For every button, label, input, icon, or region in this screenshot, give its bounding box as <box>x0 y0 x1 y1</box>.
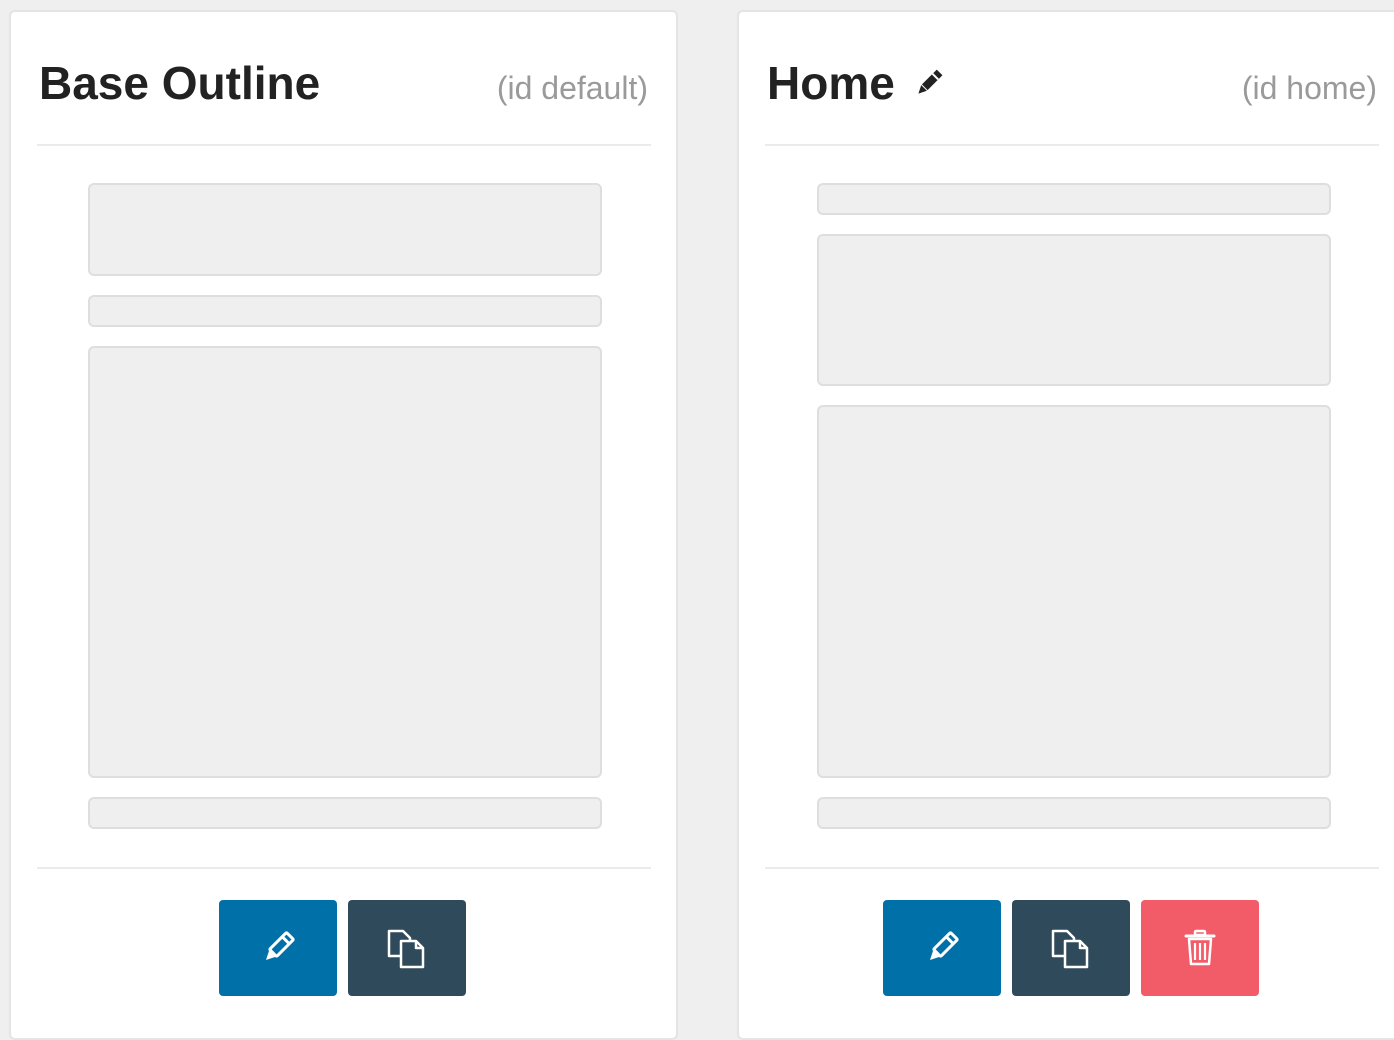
layout-block-main <box>88 346 602 778</box>
card-actions <box>883 900 1259 996</box>
duplicate-button[interactable] <box>348 900 466 996</box>
layout-block-nav <box>817 183 1331 215</box>
layout-block-nav <box>88 295 602 327</box>
card-actions <box>219 900 466 996</box>
trash-icon <box>1184 929 1216 966</box>
layout-block-header <box>817 234 1331 386</box>
card-title-text: Home <box>767 57 895 109</box>
pencil-icon <box>929 931 959 961</box>
copy-icon <box>1051 929 1089 969</box>
card-title: Base Outline <box>39 54 320 112</box>
pencil-icon <box>265 931 295 961</box>
delete-button[interactable] <box>1141 900 1259 996</box>
card-title: Home <box>767 54 945 112</box>
card-id-label: (id home) <box>1241 70 1377 106</box>
outline-card-default: Base Outline (id default) <box>9 10 678 1040</box>
outline-card-home: Home (id home) <box>737 10 1394 1040</box>
header-divider <box>765 144 1379 146</box>
card-id-label: (id default) <box>496 70 648 106</box>
copy-icon <box>387 929 425 969</box>
layout-block-footer <box>88 797 602 829</box>
layout-block-footer <box>817 797 1331 829</box>
header-divider <box>37 144 651 146</box>
layout-block-header <box>88 183 602 276</box>
card-title-text: Base Outline <box>39 57 321 109</box>
pencil-icon[interactable] <box>913 67 945 99</box>
duplicate-button[interactable] <box>1012 900 1130 996</box>
footer-divider <box>765 867 1379 869</box>
layout-block-main <box>817 405 1331 778</box>
footer-divider <box>37 867 651 869</box>
edit-button[interactable] <box>883 900 1001 996</box>
edit-button[interactable] <box>219 900 337 996</box>
